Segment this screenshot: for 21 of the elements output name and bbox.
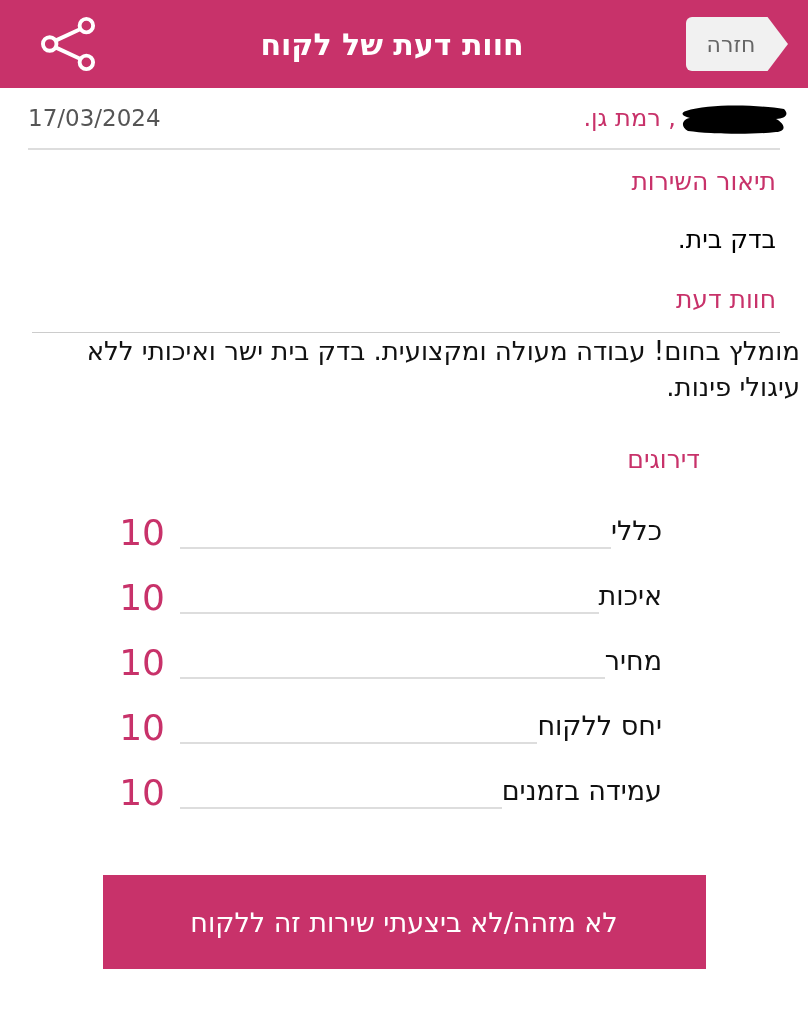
ratings-heading: דירוגים — [626, 445, 700, 474]
review-date: 17/03/2024 — [28, 105, 161, 131]
page-title: חוות דעת של לקוח — [260, 26, 524, 62]
rating-score: 10 — [125, 706, 165, 750]
rating-label: מחיר — [604, 644, 662, 678]
rating-score: 10 — [125, 511, 165, 555]
rating-label: כללי — [611, 514, 662, 548]
rating-label: עמידה בזמנים — [501, 774, 662, 808]
service-description: בדק בית. — [676, 224, 776, 256]
rating-label: איכות — [598, 579, 662, 613]
section-heading: חוות דעת — [674, 284, 776, 316]
rating-score: 10 — [125, 576, 165, 620]
rating-score: 10 — [125, 641, 165, 685]
share-icon[interactable] — [40, 17, 98, 71]
section-heading: תיאור השירות — [630, 166, 776, 198]
report-button[interactable]: לא מזהה/לא ביצעתי שירות זה ללקוח — [102, 875, 706, 969]
review-text: מומלץ בחום! עבודה מעולה ומקצועית. בדק בית ישר ואיכותי ללא עיגולי פינות. — [85, 335, 800, 404]
customer-location: , רמת גן. — [583, 104, 676, 132]
back-button[interactable]: חזרה — [686, 17, 788, 71]
rating-score: 10 — [125, 771, 165, 815]
rating-label: יחס ללקוח — [537, 709, 662, 743]
